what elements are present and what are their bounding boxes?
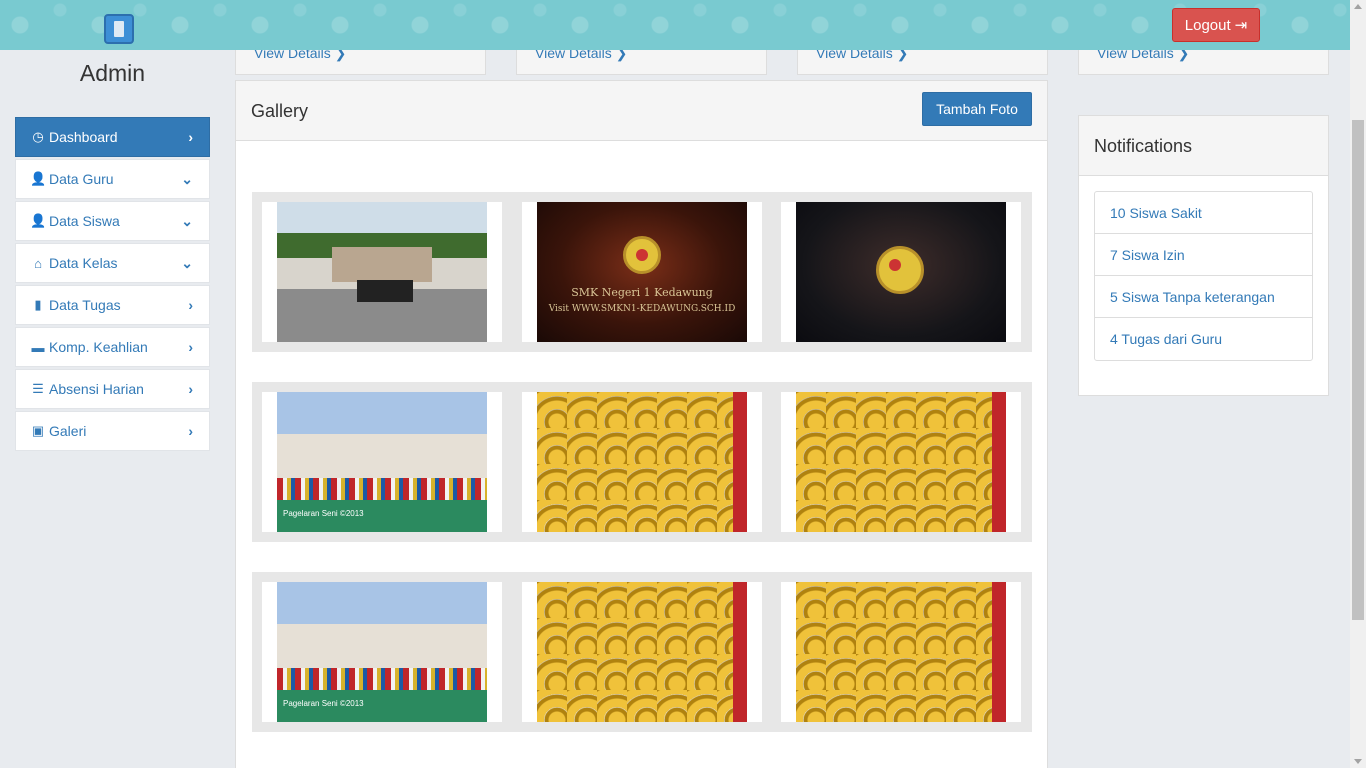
photo-card[interactable]: Pagelaran Seni ©2013 <box>262 582 502 722</box>
picture-icon: ▣ <box>31 423 45 438</box>
photo-trophies[interactable] <box>796 392 1006 532</box>
chevron-down-icon: ⌄ <box>181 213 193 229</box>
notification-item[interactable]: 4 Tugas dari Guru <box>1095 318 1312 360</box>
notifications-list: 10 Siswa Sakit 7 Siswa Izin 5 Siswa Tanp… <box>1094 191 1313 361</box>
sidebar-item-data-tugas[interactable]: ▮ Data Tugas › <box>15 285 210 325</box>
logout-button[interactable]: Logout ⇥ <box>1172 8 1260 42</box>
sidebar-item-data-kelas[interactable]: ⌂ Data Kelas ⌄ <box>15 243 210 283</box>
photo-caption: Pagelaran Seni ©2013 <box>283 509 364 518</box>
photo-card[interactable] <box>781 392 1021 532</box>
top-navbar: Logout ⇥ <box>0 0 1350 50</box>
notification-item[interactable]: 7 Siswa Izin <box>1095 234 1312 276</box>
sidebar-item-label: Absensi Harian <box>49 381 144 397</box>
briefcase-icon: ▬ <box>31 339 45 355</box>
school-emblem-icon <box>876 246 924 294</box>
photo-card[interactable]: Pagelaran Seni ©2013 <box>262 392 502 532</box>
sidebar-item-label: Data Siswa <box>49 213 120 229</box>
photo-row: SMK Negeri 1 Kedawung Visit WWW.SMKN1-KE… <box>252 192 1032 352</box>
scrollbar-thumb[interactable] <box>1352 120 1364 620</box>
sidebar-item-dashboard[interactable]: ◷ Dashboard › <box>15 117 210 157</box>
photo-card[interactable] <box>522 582 762 722</box>
sidebar-item-data-guru[interactable]: 👤 Data Guru ⌄ <box>15 159 210 199</box>
user-icon: 👤 <box>30 213 47 228</box>
gallery-header: Gallery Tambah Foto <box>236 81 1047 141</box>
sidebar-menu: ◷ Dashboard › 👤 Data Guru ⌄ 👤 Data Siswa… <box>15 117 210 453</box>
page-scrollbar[interactable] <box>1350 0 1366 768</box>
photo-logo-hand[interactable] <box>796 202 1006 342</box>
user-icon: 👤 <box>30 171 47 186</box>
sidebar-item-label: Data Kelas <box>49 255 118 271</box>
photo-trophies[interactable] <box>537 582 747 722</box>
scroll-up-arrow-icon[interactable] <box>1354 4 1362 9</box>
sidebar: Admin ◷ Dashboard › 👤 Data Guru ⌄ 👤 Data… <box>0 50 225 768</box>
photo-assembly[interactable]: Pagelaran Seni ©2013 <box>277 392 487 532</box>
photo-caption-url: Visit WWW.SMKN1-KEDAWUNG.SCH.ID <box>548 304 736 314</box>
sign-out-icon: ⇥ <box>1234 17 1248 34</box>
app-logo-icon[interactable] <box>104 14 134 44</box>
chevron-down-icon: ⌄ <box>181 255 193 271</box>
notifications-panel: Notifications 10 Siswa Sakit 7 Siswa Izi… <box>1078 115 1329 396</box>
photo-card[interactable] <box>262 202 502 342</box>
photo-caption: Pagelaran Seni ©2013 <box>283 699 364 708</box>
photo-school-front[interactable] <box>277 202 487 342</box>
photo-row: Pagelaran Seni ©2013 <box>252 382 1032 542</box>
photo-trophies[interactable] <box>537 392 747 532</box>
photo-card[interactable] <box>522 392 762 532</box>
photo-card[interactable] <box>781 582 1021 722</box>
sidebar-item-galeri[interactable]: ▣ Galeri › <box>15 411 210 451</box>
photo-trophies[interactable] <box>796 582 1006 722</box>
chevron-right-icon: › <box>188 339 193 355</box>
chevron-right-icon: › <box>188 297 193 313</box>
gallery-title: Gallery <box>251 101 309 121</box>
add-photo-button[interactable]: Tambah Foto <box>922 92 1032 126</box>
logout-label: Logout <box>1184 16 1231 34</box>
photo-row: Pagelaran Seni ©2013 <box>252 572 1032 732</box>
sidebar-item-label: Data Tugas <box>49 297 121 313</box>
notifications-header: Notifications <box>1079 116 1328 176</box>
chevron-right-icon: › <box>188 129 193 145</box>
sidebar-item-label: Dashboard <box>49 129 118 145</box>
list-icon: ☰ <box>32 381 44 396</box>
notifications-title: Notifications <box>1094 136 1193 156</box>
photo-assembly[interactable]: Pagelaran Seni ©2013 <box>277 582 487 722</box>
gallery-panel: Gallery Tambah Foto SMK Negeri 1 Kedawun… <box>235 80 1048 768</box>
sidebar-item-label: Data Guru <box>49 171 114 187</box>
home-icon: ⌂ <box>34 255 42 271</box>
photo-school-logo[interactable]: SMK Negeri 1 Kedawung Visit WWW.SMKN1-KE… <box>537 202 747 342</box>
scroll-down-arrow-icon[interactable] <box>1354 759 1362 764</box>
sidebar-item-komp-keahlian[interactable]: ▬ Komp. Keahlian › <box>15 327 210 367</box>
sidebar-item-absensi-harian[interactable]: ☰ Absensi Harian › <box>15 369 210 409</box>
book-icon: ▮ <box>34 297 42 312</box>
notification-item[interactable]: 10 Siswa Sakit <box>1095 192 1312 234</box>
school-emblem-icon <box>623 236 661 274</box>
dashboard-icon: ◷ <box>32 129 44 144</box>
chevron-right-icon: › <box>188 381 193 397</box>
sidebar-item-data-siswa[interactable]: 👤 Data Siswa ⌄ <box>15 201 210 241</box>
photo-card[interactable]: SMK Negeri 1 Kedawung Visit WWW.SMKN1-KE… <box>522 202 762 342</box>
chevron-down-icon: ⌄ <box>181 171 193 187</box>
photo-card[interactable] <box>781 202 1021 342</box>
sidebar-item-label: Komp. Keahlian <box>49 339 148 355</box>
notification-item[interactable]: 5 Siswa Tanpa keterangan <box>1095 276 1312 318</box>
chevron-right-icon: › <box>188 423 193 439</box>
photo-caption: SMK Negeri 1 Kedawung <box>571 286 713 299</box>
sidebar-title: Admin <box>79 60 146 86</box>
sidebar-item-label: Galeri <box>49 423 87 439</box>
